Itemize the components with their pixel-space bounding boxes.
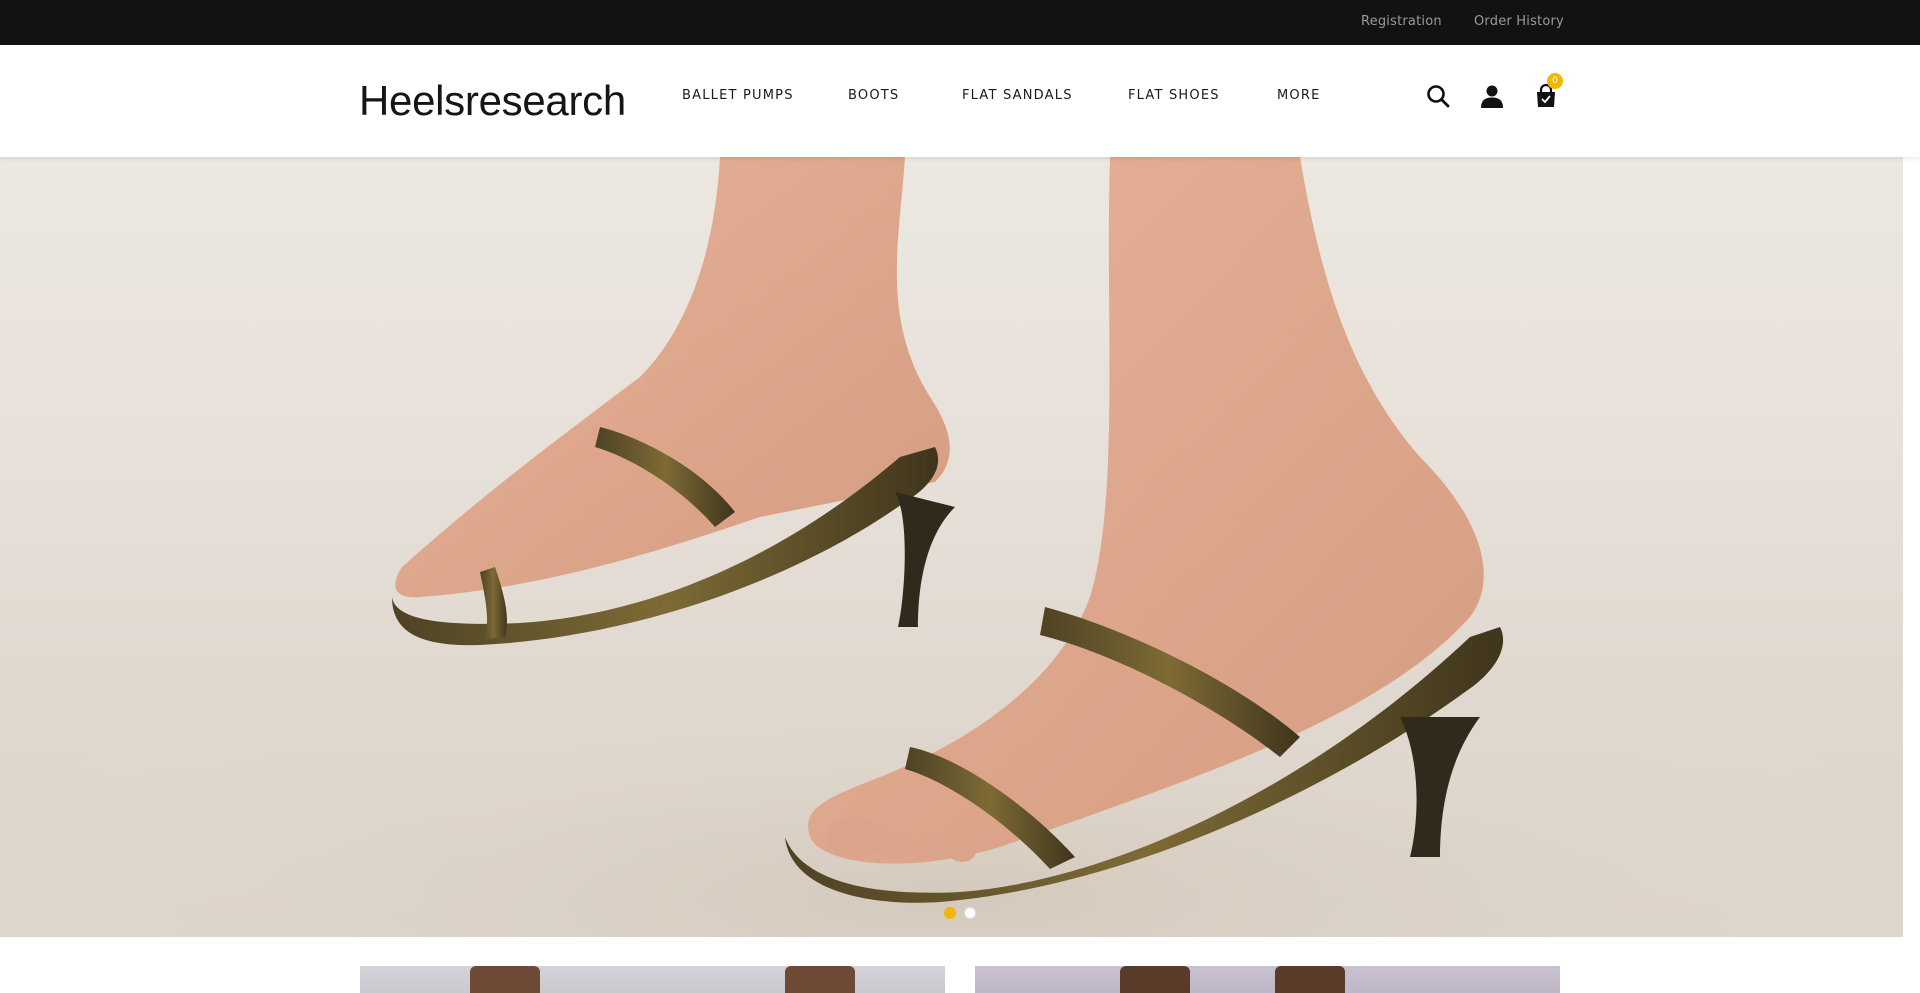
hero-banner[interactable] [0,157,1903,937]
registration-link[interactable]: Registration [1361,14,1442,29]
site-logo[interactable]: Heelsresearch [359,77,626,125]
tile-image-leg [1275,966,1345,993]
nav-item-more[interactable]: MORE [1277,88,1321,103]
top-bar: Registration Order History [0,0,1920,45]
cart-count-badge: 0 [1547,73,1563,89]
main-header: Heelsresearch BALLET PUMPS BOOTS FLAT SA… [0,45,1920,157]
nav-item-ballet-pumps[interactable]: BALLET PUMPS [682,88,794,103]
tile-image-leg [1120,966,1190,993]
nav-item-flat-sandals[interactable]: FLAT SANDALS [962,88,1073,103]
category-tile-left[interactable] [360,966,945,993]
account-icon [1481,85,1503,108]
slider-dot-2[interactable] [964,907,976,919]
search-button[interactable] [1425,83,1451,109]
slider-dot-1[interactable] [944,907,956,919]
order-history-link[interactable]: Order History [1474,14,1564,29]
hero-image [0,157,1903,937]
account-button[interactable] [1479,83,1505,109]
tile-image-leg [785,966,855,993]
nav-item-boots[interactable]: BOOTS [848,88,899,103]
category-tile-right[interactable] [975,966,1560,993]
tile-image-leg [470,966,540,993]
search-icon [1427,85,1450,108]
nav-item-flat-shoes[interactable]: FLAT SHOES [1128,88,1220,103]
